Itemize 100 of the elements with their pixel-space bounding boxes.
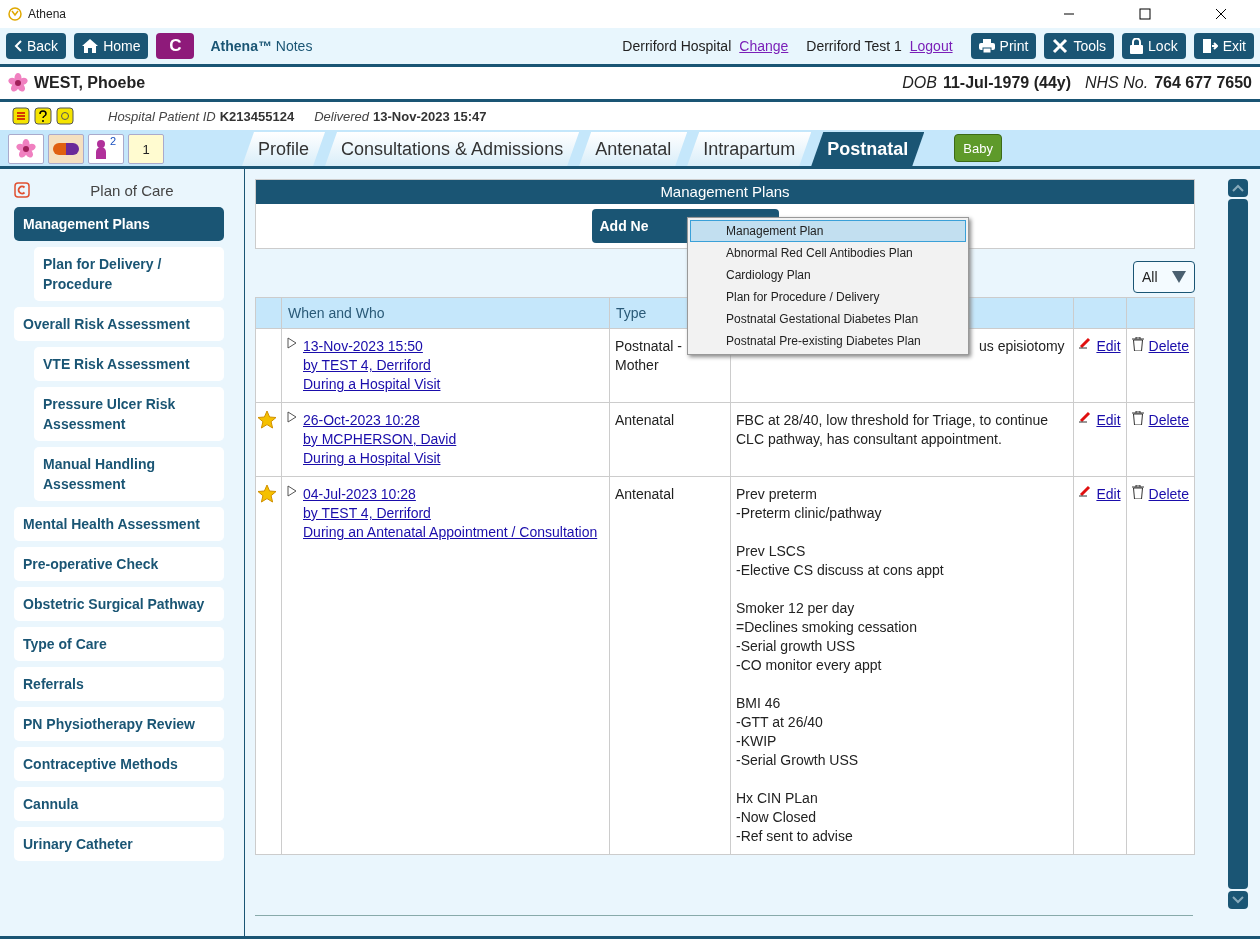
expand-triangle-icon[interactable] bbox=[287, 337, 297, 349]
patient-name: WEST, Phoebe bbox=[34, 74, 146, 92]
expand-triangle-icon[interactable] bbox=[287, 411, 297, 423]
trash-icon bbox=[1131, 337, 1144, 351]
sidebar-item[interactable]: Urinary Catheter bbox=[14, 827, 224, 861]
back-button[interactable]: Back bbox=[6, 33, 67, 59]
safeguarding-icon bbox=[12, 107, 30, 125]
edit-link[interactable]: Edit bbox=[1096, 411, 1121, 430]
notes-button[interactable]: 2 bbox=[88, 134, 124, 164]
sidebar-item[interactable]: Manual Handling Assessment bbox=[34, 447, 224, 501]
chevron-down-icon bbox=[1232, 896, 1244, 904]
edit-link[interactable]: Edit bbox=[1096, 485, 1121, 504]
table-cell: Antenatal bbox=[609, 476, 731, 855]
table-cell: Prev preterm -Preterm clinic/pathway Prev LSCS -Elective CS discuss at cons appt Smoker 12 per day =Declines smoking cessation -Serial growth USS -CO monitor every appt BMI 46 -GTT at 26/40 -KWIP -Serial Growth USS Hx CIN PLan -Now Closed -Ref sent to advise bbox=[730, 476, 1074, 855]
sidebar-item[interactable]: PN Physiotherapy Review bbox=[14, 707, 224, 741]
logout-link[interactable]: Logout bbox=[909, 38, 953, 54]
star-icon bbox=[258, 411, 276, 429]
user-label: Derriford Test 1 bbox=[806, 38, 902, 54]
flower-button[interactable] bbox=[8, 134, 44, 164]
menu-item[interactable]: Management Plan bbox=[690, 220, 966, 242]
tab[interactable]: Profile bbox=[242, 132, 326, 166]
window-title: Athena bbox=[28, 7, 67, 21]
sidebar-title: Plan of Care bbox=[89, 181, 175, 199]
nhs-label: NHS No. bbox=[1085, 74, 1149, 92]
context-link[interactable]: During a Hospital Visit bbox=[303, 449, 457, 468]
edit-link[interactable]: Edit bbox=[1096, 337, 1121, 356]
location-label: Derriford Hospital bbox=[622, 38, 732, 54]
capsule-icon bbox=[53, 143, 79, 155]
flower-icon bbox=[8, 73, 28, 93]
flower-icon bbox=[16, 139, 36, 159]
chevron-up-icon bbox=[1232, 184, 1244, 192]
sidebar-item[interactable]: Cannula bbox=[14, 787, 224, 821]
medication-button[interactable] bbox=[48, 134, 84, 164]
date-link[interactable]: 13-Nov-2023 15:50 bbox=[303, 337, 441, 356]
change-link[interactable]: Change bbox=[739, 38, 789, 54]
lock-icon bbox=[1130, 38, 1144, 54]
menu-item[interactable]: Cardiology Plan bbox=[690, 264, 966, 286]
delete-link[interactable]: Delete bbox=[1148, 337, 1189, 356]
menu-item[interactable]: Postnatal Pre-existing Diabetes Plan bbox=[690, 330, 966, 352]
context-link[interactable]: During a Hospital Visit bbox=[303, 375, 441, 394]
date-link[interactable]: 04-Jul-2023 10:28 bbox=[303, 485, 598, 504]
table-cell: Antenatal bbox=[609, 402, 731, 477]
menu-item[interactable]: Abnormal Red Cell Antibodies Plan bbox=[690, 242, 966, 264]
dropdown-arrow-icon bbox=[1172, 271, 1186, 283]
trash-icon bbox=[1131, 411, 1144, 425]
sidebar-item[interactable]: Plan for Delivery / Procedure bbox=[34, 247, 224, 301]
printer-icon bbox=[978, 39, 995, 53]
sidebar-item[interactable]: Management Plans bbox=[14, 207, 224, 241]
author-link[interactable]: by TEST 4, Derriford bbox=[303, 504, 598, 523]
author-link[interactable]: by MCPHERSON, David bbox=[303, 430, 457, 449]
patient-id-value: K213455124 bbox=[219, 108, 295, 124]
sidebar-item[interactable]: VTE Risk Assessment bbox=[34, 347, 224, 381]
pencil-icon bbox=[1079, 411, 1092, 423]
chevron-left-icon bbox=[14, 40, 22, 52]
author-link[interactable]: by TEST 4, Derriford bbox=[303, 356, 441, 375]
print-button[interactable]: Print bbox=[970, 33, 1037, 59]
tab[interactable]: Consultations & Admissions bbox=[325, 132, 580, 166]
sidebar-item[interactable]: Mental Health Assessment bbox=[14, 507, 224, 541]
notes-count: 2 bbox=[109, 135, 117, 147]
delivered-label: Delivered bbox=[314, 108, 370, 124]
expand-triangle-icon[interactable] bbox=[287, 485, 297, 497]
sidebar-item[interactable]: Referrals bbox=[14, 667, 224, 701]
scroll-thumb[interactable] bbox=[1228, 199, 1248, 889]
tab[interactable]: Postnatal bbox=[811, 132, 925, 166]
help-icon bbox=[34, 107, 52, 125]
sidebar-item[interactable]: Contraceptive Methods bbox=[14, 747, 224, 781]
panel-title: Management Plans bbox=[256, 180, 1194, 204]
home-button[interactable]: Home bbox=[74, 33, 149, 59]
context-link[interactable]: During an Antenatal Appointment / Consultation bbox=[303, 523, 598, 542]
date-link[interactable]: 26-Oct-2023 10:28 bbox=[303, 411, 457, 430]
trash-icon bbox=[1131, 485, 1144, 499]
delete-link[interactable]: Delete bbox=[1148, 411, 1189, 430]
dob-value: 11-Jul-1979 (44y) bbox=[942, 74, 1071, 92]
calendar-count: 1 bbox=[142, 141, 150, 157]
c-button[interactable]: C bbox=[156, 33, 195, 59]
app-logo-icon bbox=[8, 7, 22, 21]
tab[interactable]: Antenatal bbox=[579, 132, 688, 166]
filter-dropdown[interactable]: All bbox=[1133, 261, 1195, 293]
exit-button[interactable]: Exit bbox=[1193, 33, 1254, 59]
house-icon bbox=[82, 39, 99, 53]
sidebar-item[interactable]: Pre-operative Check bbox=[14, 547, 224, 581]
pencil-icon bbox=[1079, 485, 1092, 497]
table-cell: FBC at 28/40, low threshold for Triage, to continue CLC pathway, has consultant appointment. bbox=[730, 402, 1074, 477]
sidebar-item[interactable]: Pressure Ulcer Risk Assessment bbox=[34, 387, 224, 441]
nhs-value: 764 677 7650 bbox=[1154, 74, 1252, 92]
tools-button[interactable]: Tools bbox=[1044, 33, 1115, 59]
scroll-down-button[interactable] bbox=[1228, 891, 1248, 909]
scroll-up-button[interactable] bbox=[1228, 179, 1248, 197]
header-cell: When and Who bbox=[281, 297, 610, 329]
star-icon bbox=[258, 485, 276, 503]
delete-link[interactable]: Delete bbox=[1148, 485, 1189, 504]
exit-door-icon bbox=[1201, 38, 1218, 54]
sidebar-item[interactable]: Obstetric Surgical Pathway bbox=[14, 587, 224, 621]
calendar-button[interactable]: 1 bbox=[128, 134, 164, 164]
pencil-icon bbox=[1079, 337, 1092, 349]
lock-button[interactable]: Lock bbox=[1122, 33, 1186, 59]
sidebar-item[interactable]: Type of Care bbox=[14, 627, 224, 661]
dob-label: DOB bbox=[902, 74, 937, 92]
sidebar-item[interactable]: Overall Risk Assessment bbox=[14, 307, 224, 341]
tab[interactable]: Intrapartum bbox=[687, 132, 812, 166]
